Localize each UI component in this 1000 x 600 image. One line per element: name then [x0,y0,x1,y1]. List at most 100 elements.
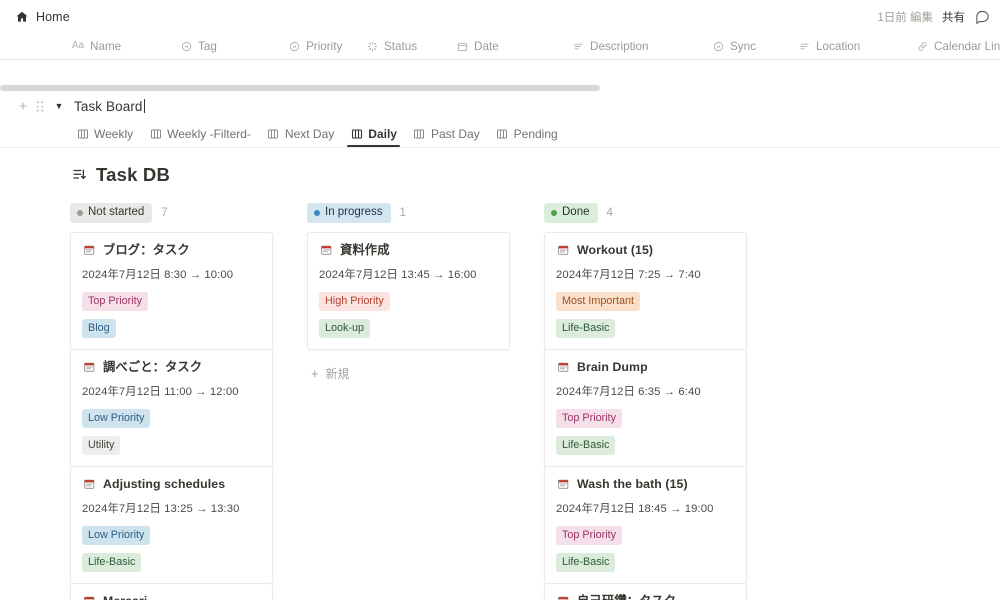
card-tags: High Priority Look-up [319,292,498,338]
board-column-in-progress: In progress 1 資料作成 2024年7月12日 13:45 → 16… [307,202,510,382]
tab-daily[interactable]: Daily [342,127,405,147]
tab-next-day[interactable]: Next Day [259,127,342,147]
card-title: 調べごと：タスク [103,359,203,374]
card-title: 資料作成 [340,243,390,257]
horizontal-scrollbar[interactable] [0,85,1000,91]
column-count: 7 [161,207,168,219]
property-label: Date [474,39,499,53]
page-icon [556,244,570,258]
card[interactable]: ブログ：タスク 2024年7月12日 8:30 → 10:00 Top Prio… [70,232,273,350]
top-bar: Home 1日前 編集 共有 [0,0,1000,33]
property-label: Priority [306,39,343,53]
status-badge-done[interactable]: Done [544,203,598,223]
tag: Life-Basic [556,553,616,572]
column-count: 4 [606,207,613,219]
property-sync[interactable]: Sync [712,40,798,53]
tag: Life-Basic [82,553,142,572]
board-view-icon [149,128,162,141]
tag: Low Priority [82,526,151,546]
card-date: 2024年7月12日 11:00 → 12:00 [82,386,239,399]
card-tags: Top Priority Life-Basic [556,409,735,455]
status-label: Not started [88,206,145,219]
tab-weekly[interactable]: Weekly [68,127,141,147]
tag: Top Priority [556,526,622,546]
card-list: Workout (15) 2024年7月12日 7:25 → 7:40 Most… [544,232,747,600]
board-column-not-started: Not started 7 ブログ：タスク 2024年7月12日 8:30 → … [70,202,273,600]
database-title[interactable]: Task DB [96,164,170,186]
card[interactable]: 調べごと：タスク 2024年7月12日 11:00 → 12:00 Low Pr… [70,348,273,467]
tag: Life-Basic [556,319,616,338]
tab-pending[interactable]: Pending [488,127,566,147]
tag: Life-Basic [556,436,616,455]
page-icon [82,244,96,258]
board-view-icon [496,128,509,141]
caret-down-icon[interactable]: ▼ [50,97,68,115]
card-title: Brain Dump [577,359,648,374]
home-icon [14,9,29,24]
property-priority[interactable]: Priority [288,40,366,53]
select-circle-icon [712,40,724,52]
card[interactable]: 資料作成 2024年7月12日 13:45 → 16:00 High Prior… [307,232,510,350]
plus-icon[interactable]: + [14,97,32,115]
tab-weekly-filterd[interactable]: Weekly -Filterd- [141,127,259,147]
card-date: 2024年7月12日 13:25 → 13:30 [82,503,240,516]
card-title: Adjusting schedules [103,476,226,491]
property-location[interactable]: Location [798,40,916,53]
card-tags: Most Important Life-Basic [556,292,735,338]
status-spinner-icon [366,40,378,52]
text-aa-icon: Aa [71,40,85,51]
text-cursor [143,98,145,113]
board-block-title[interactable]: Task Board [74,98,145,114]
status-dot [551,210,557,216]
last-edited-label: 1日前 編集 [877,11,933,24]
breadcrumb: Home [14,9,70,24]
property-label: Tag [198,39,217,53]
property-status[interactable]: Status [366,40,456,53]
share-button[interactable]: 共有 [942,9,965,25]
property-name[interactable]: Aa Name [72,40,180,53]
card[interactable]: 自己研鑽：タスク 2024年7月12日 10:00 → 11:00 Low Pr… [544,582,747,600]
page-icon [556,361,570,375]
comment-icon[interactable] [974,9,990,25]
breadcrumb-home-link[interactable]: Home [36,10,70,24]
card-date: 2024年7月12日 18:45 → 19:00 [556,503,714,516]
card[interactable]: Brain Dump 2024年7月12日 6:35 → 6:40 Top Pr… [544,348,747,467]
property-tag[interactable]: Tag [180,40,288,53]
card[interactable]: Workout (15) 2024年7月12日 7:25 → 7:40 Most… [544,232,747,350]
column-header: Not started 7 [70,202,273,224]
column-header: Done 4 [544,202,747,224]
tab-label: Pending [513,127,558,141]
card[interactable]: Mercari 2024年7月12日 19:00 → 19:30 Undefin… [70,582,273,600]
scrollbar-thumb[interactable] [0,85,600,91]
tag: Top Priority [556,409,622,429]
card-title: Wash the bath (15) [577,476,688,491]
status-label: In progress [325,206,383,219]
plus-icon: + [311,365,319,381]
tag: Low Priority [82,409,151,429]
tab-label: Next Day [284,127,335,141]
card-title-row: 資料作成 [319,243,498,258]
card-date: 2024年7月12日 13:45 → 16:00 [319,269,477,282]
card[interactable]: Wash the bath (15) 2024年7月12日 18:45 → 19… [544,465,747,584]
tag: Look-up [319,319,371,338]
property-calendar-link[interactable]: Calendar Link [916,40,1000,53]
tab-label: Past Day [430,127,480,141]
card-title: ブログ：タスク [103,243,190,257]
property-date[interactable]: Date [456,40,572,53]
drag-handle-icon[interactable] [32,97,48,115]
card[interactable]: Adjusting schedules 2024年7月12日 13:25 → 1… [70,465,273,584]
property-label: Status [384,39,418,53]
notion-page: Home 1日前 編集 共有 Aa Name Tag Priority Stat… [0,0,1000,600]
status-badge-not-started[interactable]: Not started [70,203,153,223]
property-label: Sync [730,39,756,53]
card-list: ブログ：タスク 2024年7月12日 8:30 → 10:00 Top Prio… [70,232,273,600]
property-header-row: Aa Name Tag Priority Status Date Descrip… [0,33,1000,60]
column-header: In progress 1 [307,202,510,224]
card-title: Workout (15) [577,243,654,257]
status-badge-in-progress[interactable]: In progress [307,203,391,223]
property-description[interactable]: Description [572,40,712,53]
new-card-button[interactable]: + 新規 [307,355,510,382]
link-icon [916,40,928,52]
board-view-icon [350,128,363,141]
tab-past-day[interactable]: Past Day [405,127,488,147]
